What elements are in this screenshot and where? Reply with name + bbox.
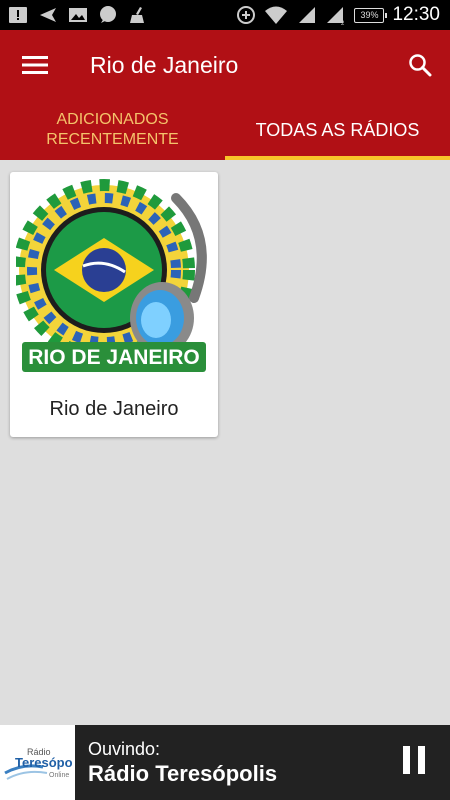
signal-2-icon: 2	[327, 7, 345, 25]
menu-button[interactable]	[0, 30, 70, 100]
status-right-icons: 2 39% 12:30	[236, 4, 450, 26]
alert-icon	[9, 7, 27, 23]
tab-recently-added[interactable]: ADICIONADOS RECENTEMENTE	[0, 100, 225, 160]
search-icon	[409, 54, 432, 77]
page-title: Rio de Janeiro	[90, 51, 239, 78]
pause-button[interactable]	[378, 725, 450, 800]
signal-icon	[299, 7, 316, 23]
status-bar: 2 39% 12:30	[0, 0, 450, 30]
svg-text:Online: Online	[49, 772, 69, 779]
station-logo: Rádio Teresópolis Online	[0, 725, 75, 800]
now-playing-bar[interactable]: Rádio Teresópolis Online Ouvindo: Rádio …	[0, 725, 450, 800]
tab-recently-added-line2: RECENTEMENTE	[46, 131, 179, 148]
rio-de-janeiro-radio-logo: RIO DE JANEIRO	[16, 179, 207, 372]
send-icon	[40, 8, 56, 22]
now-playing-station: Rádio Teresópolis	[88, 760, 278, 786]
data-saver-icon	[237, 6, 256, 24]
search-button[interactable]	[390, 30, 450, 100]
status-time: 12:30	[392, 4, 440, 25]
svg-text:Teresópolis: Teresópolis	[15, 755, 73, 770]
pause-icon	[399, 746, 429, 779]
chat-icon	[100, 6, 116, 23]
battery-icon: 39%	[354, 7, 388, 23]
now-playing-label: Ouvindo:	[88, 738, 161, 759]
radio-card-label: Rio de Janeiro	[49, 398, 179, 420]
tab-bar: ADICIONADOS RECENTEMENTE TODAS AS RÁDIOS	[0, 100, 450, 160]
logo-banner-text: RIO DE JANEIRO	[28, 346, 200, 369]
svg-text:2: 2	[341, 21, 345, 25]
tab-recently-added-line1: ADICIONADOS	[56, 111, 169, 128]
image-icon	[69, 8, 87, 22]
cleaner-icon	[130, 7, 144, 23]
wifi-icon	[265, 6, 288, 24]
now-playing-text: Ouvindo: Rádio Teresópolis	[88, 738, 277, 788]
radio-card[interactable]: RIO DE JANEIRO Rio de Janeiro	[10, 172, 218, 437]
tab-all-radios-label: TODAS AS RÁDIOS	[255, 120, 420, 140]
app-bar: Rio de Janeiro	[0, 30, 450, 100]
radio-grid: RIO DE JANEIRO Rio de Janeiro	[0, 160, 450, 725]
status-left-icons	[0, 6, 148, 24]
teresopolis-logo-image: Rádio Teresópolis Online	[3, 747, 73, 780]
menu-icon	[22, 56, 48, 74]
battery-level: 39%	[360, 10, 379, 20]
tab-all-radios[interactable]: TODAS AS RÁDIOS	[225, 100, 450, 160]
